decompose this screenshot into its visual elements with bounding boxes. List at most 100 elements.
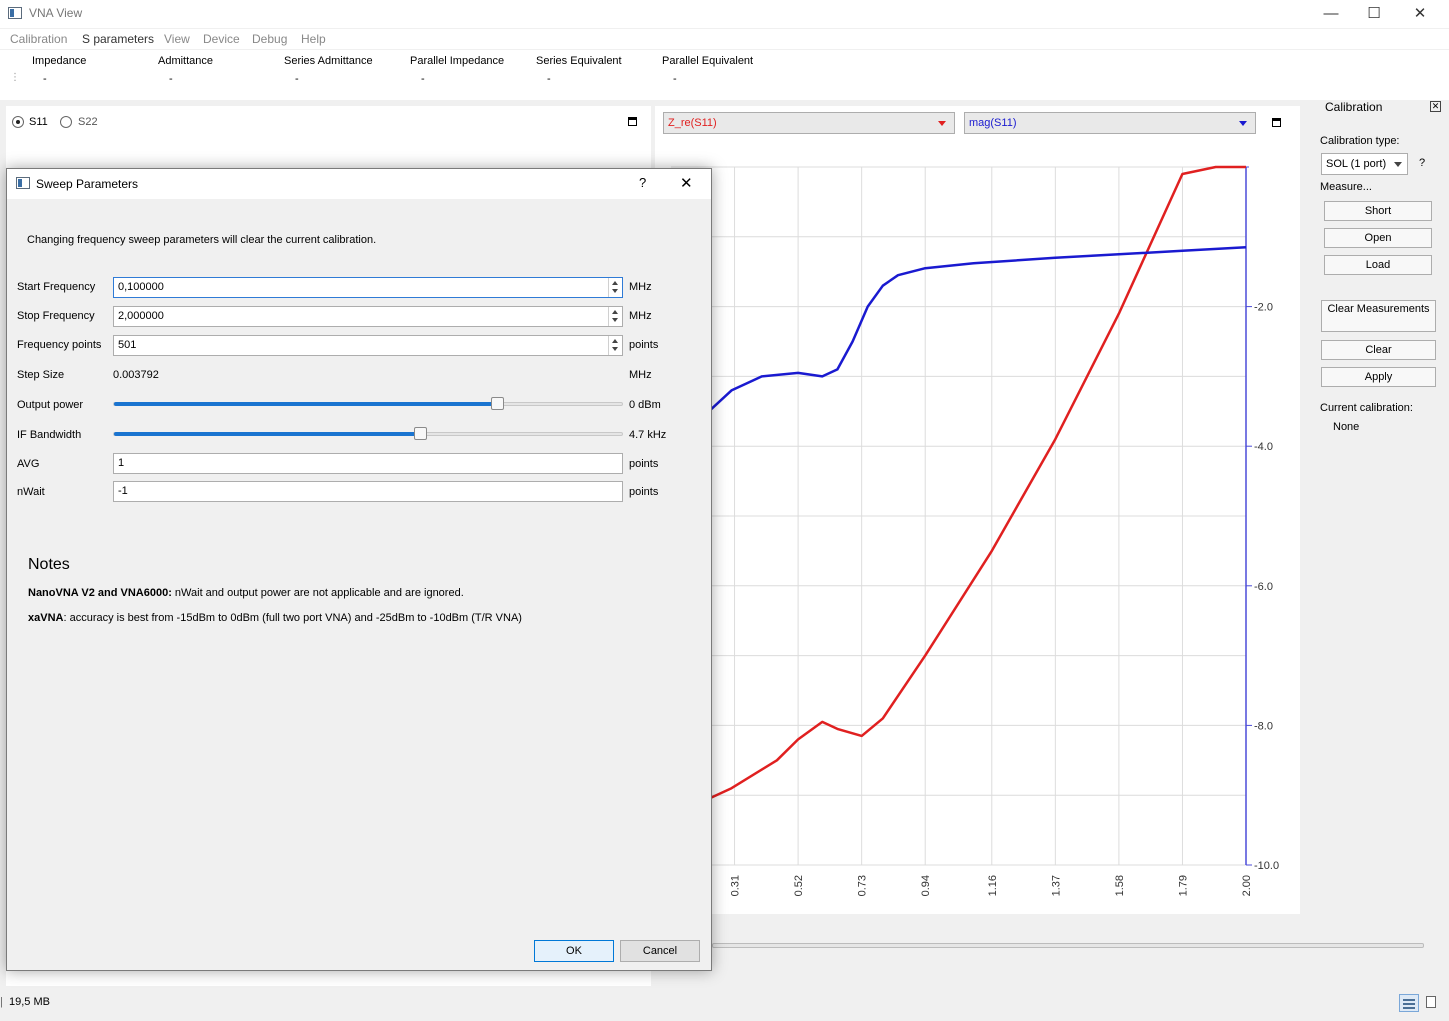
output-power-slider-fill (114, 402, 497, 406)
dialog-close-button[interactable]: ✕ (680, 174, 693, 192)
radio-s11[interactable] (12, 116, 24, 128)
note-xavna-device: xaVNA (28, 612, 64, 624)
open-button[interactable]: Open (1324, 228, 1432, 248)
horizontal-scrollbar[interactable] (712, 943, 1424, 948)
impedance-value: - (43, 73, 47, 85)
maximize-button[interactable]: ☐ (1351, 0, 1397, 28)
maximize-pane-icon[interactable] (628, 117, 637, 126)
stop-frequency-value: 2,000000 (118, 310, 164, 322)
x-tick-label: 0.31 (730, 875, 742, 896)
output-power-slider[interactable] (113, 397, 623, 410)
admittance-value: - (169, 73, 173, 85)
output-power-label: Output power (17, 399, 84, 411)
page-view-icon[interactable] (1426, 996, 1436, 1008)
frequency-points-label: Frequency points (17, 339, 102, 351)
x-tick-label: 0.94 (920, 875, 932, 896)
series-equivalent-value: - (547, 73, 551, 85)
calibration-title: Calibration (1325, 100, 1383, 114)
clear-measurements-button[interactable]: Clear Measurements (1321, 300, 1436, 332)
menu-debug[interactable]: Debug (252, 32, 287, 46)
ok-button[interactable]: OK (534, 940, 614, 962)
app-icon (16, 177, 30, 189)
if-bandwidth-slider[interactable] (113, 427, 623, 440)
menu-bar: Calibration S parameters View Device Deb… (0, 29, 1449, 49)
menu-s-parameters[interactable]: S parameters (82, 32, 154, 46)
status-separator: | (0, 996, 3, 1008)
calibration-type-value: SOL (1 port) (1326, 158, 1387, 170)
radio-s22[interactable] (60, 116, 72, 128)
current-calibration-label: Current calibration: (1320, 402, 1413, 414)
start-frequency-unit: MHz (629, 281, 652, 293)
output-power-value: 0 dBm (629, 399, 661, 411)
x-tick-label: 0.73 (857, 875, 869, 896)
series-line-mag (670, 246, 1247, 448)
start-frequency-value: 0,100000 (118, 281, 164, 293)
start-frequency-label: Start Frequency (17, 281, 96, 293)
menu-device[interactable]: Device (203, 32, 240, 46)
y-tick-label: -4.0 (1254, 441, 1273, 453)
stop-frequency-input[interactable]: 2,000000 (113, 306, 623, 327)
y-tick-label: -2.0 (1254, 302, 1273, 314)
calibration-warning: Changing frequency sweep parameters will… (27, 234, 377, 246)
chart-panel: Z_re(S11) mag(S11) -2.0 -4.0 -6.0 -8.0 -10.0… (655, 106, 1300, 914)
x-tick-label: 2.00 (1241, 875, 1253, 896)
close-button[interactable]: ✕ (1397, 0, 1443, 28)
if-bandwidth-label: IF Bandwidth (17, 429, 82, 441)
note-xavna: xaVNA: accuracy is best from -15dBm to 0… (28, 612, 522, 624)
clear-button[interactable]: Clear (1321, 340, 1436, 360)
menu-view[interactable]: View (164, 32, 190, 46)
x-tick-label: 1.79 (1177, 875, 1189, 896)
load-button[interactable]: Load (1324, 255, 1432, 275)
series-admittance-label: Series Admittance (284, 55, 373, 67)
output-power-slider-handle[interactable] (490, 397, 504, 410)
x-tick-label: 1.58 (1114, 875, 1126, 896)
start-frequency-input[interactable]: 0,100000 (113, 277, 623, 298)
stop-frequency-label: Stop Frequency (17, 310, 95, 322)
frequency-points-unit: points (629, 339, 659, 351)
step-size-label: Step Size (17, 369, 65, 381)
if-bandwidth-slider-handle[interactable] (414, 427, 427, 440)
series-equivalent-label: Series Equivalent (536, 55, 622, 67)
note-nanovna-device: NanoVNA V2 and VNA6000: (28, 587, 172, 599)
if-bandwidth-value: 4.7 kHz (629, 429, 667, 441)
frequency-points-input[interactable]: 501 (113, 335, 623, 356)
list-view-icon[interactable] (1399, 994, 1419, 1012)
title-bar: VNA View — ☐ ✕ (0, 0, 1449, 28)
avg-label: AVG (17, 458, 40, 470)
minimize-button[interactable]: — (1308, 0, 1354, 28)
radio-s22-label: S22 (78, 116, 98, 128)
nwait-unit: points (629, 486, 659, 498)
cancel-button[interactable]: Cancel (620, 940, 700, 962)
parallel-impedance-label: Parallel Impedance (410, 55, 505, 67)
calibration-dock: Calibration ✕ Calibration type: SOL (1 p… (1313, 96, 1446, 516)
short-button[interactable]: Short (1324, 201, 1432, 221)
stop-frequency-unit: MHz (629, 310, 652, 322)
nwait-input[interactable]: -1 (113, 481, 623, 502)
frequency-points-value: 501 (118, 339, 137, 351)
parallel-equivalent-label: Parallel Equivalent (662, 55, 754, 67)
parallel-impedance-value: - (421, 73, 425, 85)
calibration-type-select[interactable]: SOL (1 port) (1321, 153, 1408, 175)
calibration-help-button[interactable]: ? (1419, 157, 1425, 169)
admittance-label: Admittance (158, 55, 214, 67)
avg-input[interactable]: 1 (113, 453, 623, 474)
line-chart[interactable]: -2.0 -4.0 -6.0 -8.0 -10.0 0.31 0.52 0.73 0.94 1.1… (655, 106, 1300, 914)
spinner-arrows-icon[interactable] (608, 336, 622, 355)
spinner-arrows-icon[interactable] (608, 278, 622, 297)
dialog-help-button[interactable]: ? (639, 175, 646, 190)
series-admittance-value: - (295, 73, 299, 85)
current-calibration-value: None (1333, 421, 1360, 433)
avg-value: 1 (118, 457, 125, 469)
apply-button[interactable]: Apply (1321, 367, 1436, 387)
grip-handle[interactable]: ⋮ (10, 73, 20, 83)
memory-usage: 19,5 MB (9, 996, 50, 1008)
menu-help[interactable]: Help (301, 32, 326, 46)
spinner-arrows-icon[interactable] (608, 307, 622, 326)
notes-heading: Notes (28, 556, 70, 573)
menu-calibration[interactable]: Calibration (10, 32, 67, 46)
y-tick-label: -10.0 (1254, 860, 1279, 872)
if-bandwidth-slider-fill (114, 432, 420, 436)
close-icon[interactable]: ✕ (1430, 101, 1441, 112)
impedance-label: Impedance (32, 55, 87, 67)
window-title: VNA View (29, 6, 83, 20)
